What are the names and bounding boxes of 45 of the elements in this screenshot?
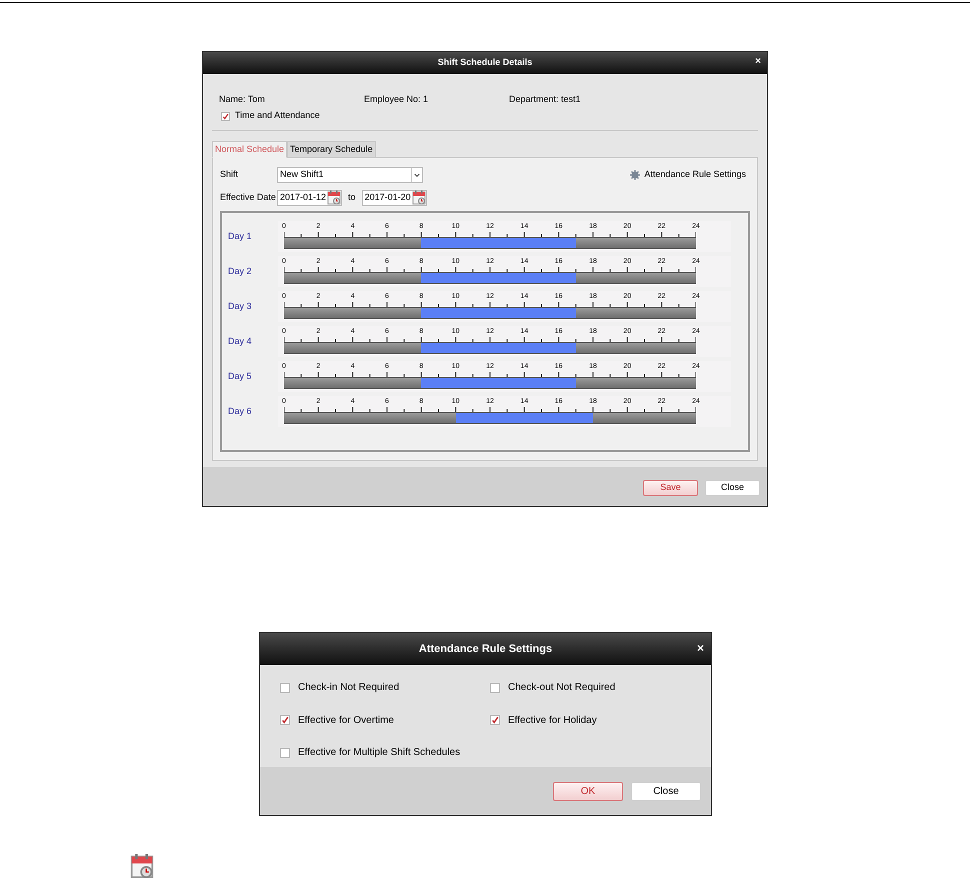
confirm-button[interactable]: OK <box>553 782 623 800</box>
chevron-down-icon <box>411 168 422 182</box>
close-button[interactable]: Close <box>631 782 701 800</box>
close-button[interactable]: × <box>755 56 761 68</box>
checkbox[interactable] <box>280 682 290 692</box>
checkbox[interactable] <box>280 715 290 726</box>
checkbox-label: Effective for Holiday <box>508 714 597 728</box>
department: Department: test1 <box>509 93 581 106</box>
checkmark-icon <box>281 716 289 724</box>
gear-icon <box>630 170 640 180</box>
calendar-icon[interactable] <box>412 190 426 205</box>
employee-name: Name: Tom <box>219 93 266 106</box>
checkbox[interactable] <box>280 748 290 758</box>
date-field[interactable]: 2017-01-20 <box>362 190 427 206</box>
checkbox[interactable] <box>490 682 500 692</box>
close-button[interactable]: × <box>696 642 704 655</box>
tab[interactable]: Temporary Schedule <box>287 141 376 158</box>
checkmark-icon <box>222 112 229 120</box>
checkbox-label: Effective for Multiple Shift Schedules <box>298 746 460 760</box>
calendar-icon[interactable] <box>327 190 342 205</box>
window-title: Shift Schedule Details <box>438 56 532 70</box>
day-label: Day 1 <box>227 230 253 243</box>
checkmark-icon <box>491 716 499 724</box>
day-label: Day 5 <box>227 370 253 383</box>
window-title: Attendance Rule Settings <box>418 642 552 657</box>
day-label: Day 6 <box>227 404 253 418</box>
checkbox-label: Check-out Not Required <box>508 681 616 695</box>
date-separator: to <box>348 190 356 204</box>
close-button[interactable]: Close <box>705 480 760 496</box>
tab[interactable]: Normal Schedule <box>212 141 288 158</box>
checkbox-label: Time and Attendance <box>235 109 320 122</box>
shift-dropdown[interactable]: New Shift1 <box>277 166 423 182</box>
confirm-button[interactable]: Save <box>643 480 698 496</box>
date-field[interactable]: 2017-01-12 <box>277 190 342 206</box>
day-label: Day 3 <box>227 300 253 313</box>
checkbox[interactable] <box>221 112 230 120</box>
day-label: Day 2 <box>227 264 253 278</box>
day-label: Day 4 <box>227 334 253 348</box>
field-label: Effective Date <box>220 190 277 204</box>
employee-number: Employee No: 1 <box>364 93 430 106</box>
field-label: Shift <box>220 168 240 181</box>
checkbox-label: Check-in Not Required <box>298 681 400 695</box>
checkbox[interactable] <box>490 715 500 726</box>
checkbox-label: Effective for Overtime <box>298 714 394 728</box>
attendance-rule-settings-link[interactable]: Attendance Rule Settings <box>644 168 746 182</box>
